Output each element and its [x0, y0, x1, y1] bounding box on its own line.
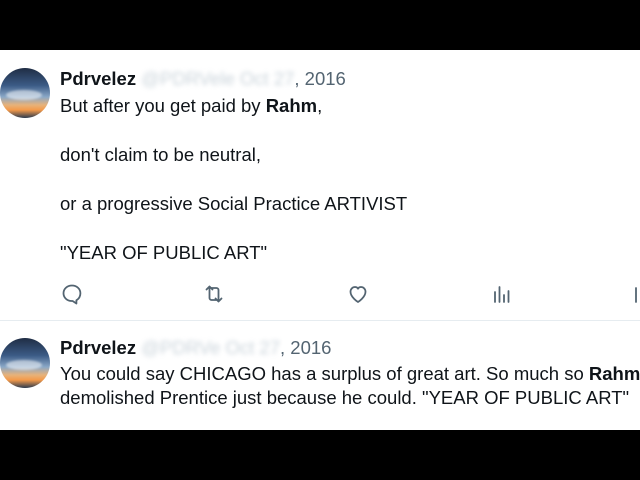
author-name[interactable]: Pdrvelez [60, 68, 136, 89]
retweet-icon[interactable] [202, 282, 226, 306]
reply-icon[interactable] [60, 282, 84, 306]
tweet-actions [0, 282, 640, 306]
tweet-text-line: You could say CHICAGO has a surplus of g… [60, 363, 640, 384]
tweet-header: Pdrvelez @PDRVele Oct 27, 2016 [60, 68, 346, 90]
tweet[interactable]: Pdrvelez @PDRVe Oct 27, 2016 You could s… [0, 320, 640, 430]
tweet-text-line: "YEAR OF PUBLIC ART" [60, 242, 268, 263]
tweet-date-blurred[interactable]: Oct 27 [240, 68, 295, 89]
tweet-text-line: But after you get paid by Rahm, [60, 95, 323, 116]
tweet[interactable]: Pdrvelez @PDRVele Oct 27, 2016 But after… [0, 50, 640, 320]
avatar[interactable] [0, 338, 50, 388]
tweet-text-line: don't claim to be neutral, [60, 144, 261, 165]
avatar[interactable] [0, 68, 50, 118]
like-icon[interactable] [346, 282, 370, 306]
tweet-year: , 2016 [280, 337, 332, 358]
tweet-date-blurred[interactable]: Oct 27 [226, 337, 281, 358]
tweet-text-line: demolished Prentice just because he coul… [60, 387, 630, 408]
author-handle[interactable]: @PDRVele [141, 68, 235, 89]
share-icon[interactable] [632, 282, 640, 306]
tweet-header: Pdrvelez @PDRVe Oct 27, 2016 [60, 337, 331, 359]
views-icon[interactable] [490, 282, 514, 306]
author-name[interactable]: Pdrvelez [60, 337, 136, 358]
author-handle[interactable]: @PDRVe [141, 337, 220, 358]
tweet-text-line: or a progressive Social Practice ARTIVIS… [60, 193, 408, 214]
tweet-feed: Pdrvelez @PDRVele Oct 27, 2016 But after… [0, 50, 640, 430]
tweet-year: , 2016 [294, 68, 346, 89]
